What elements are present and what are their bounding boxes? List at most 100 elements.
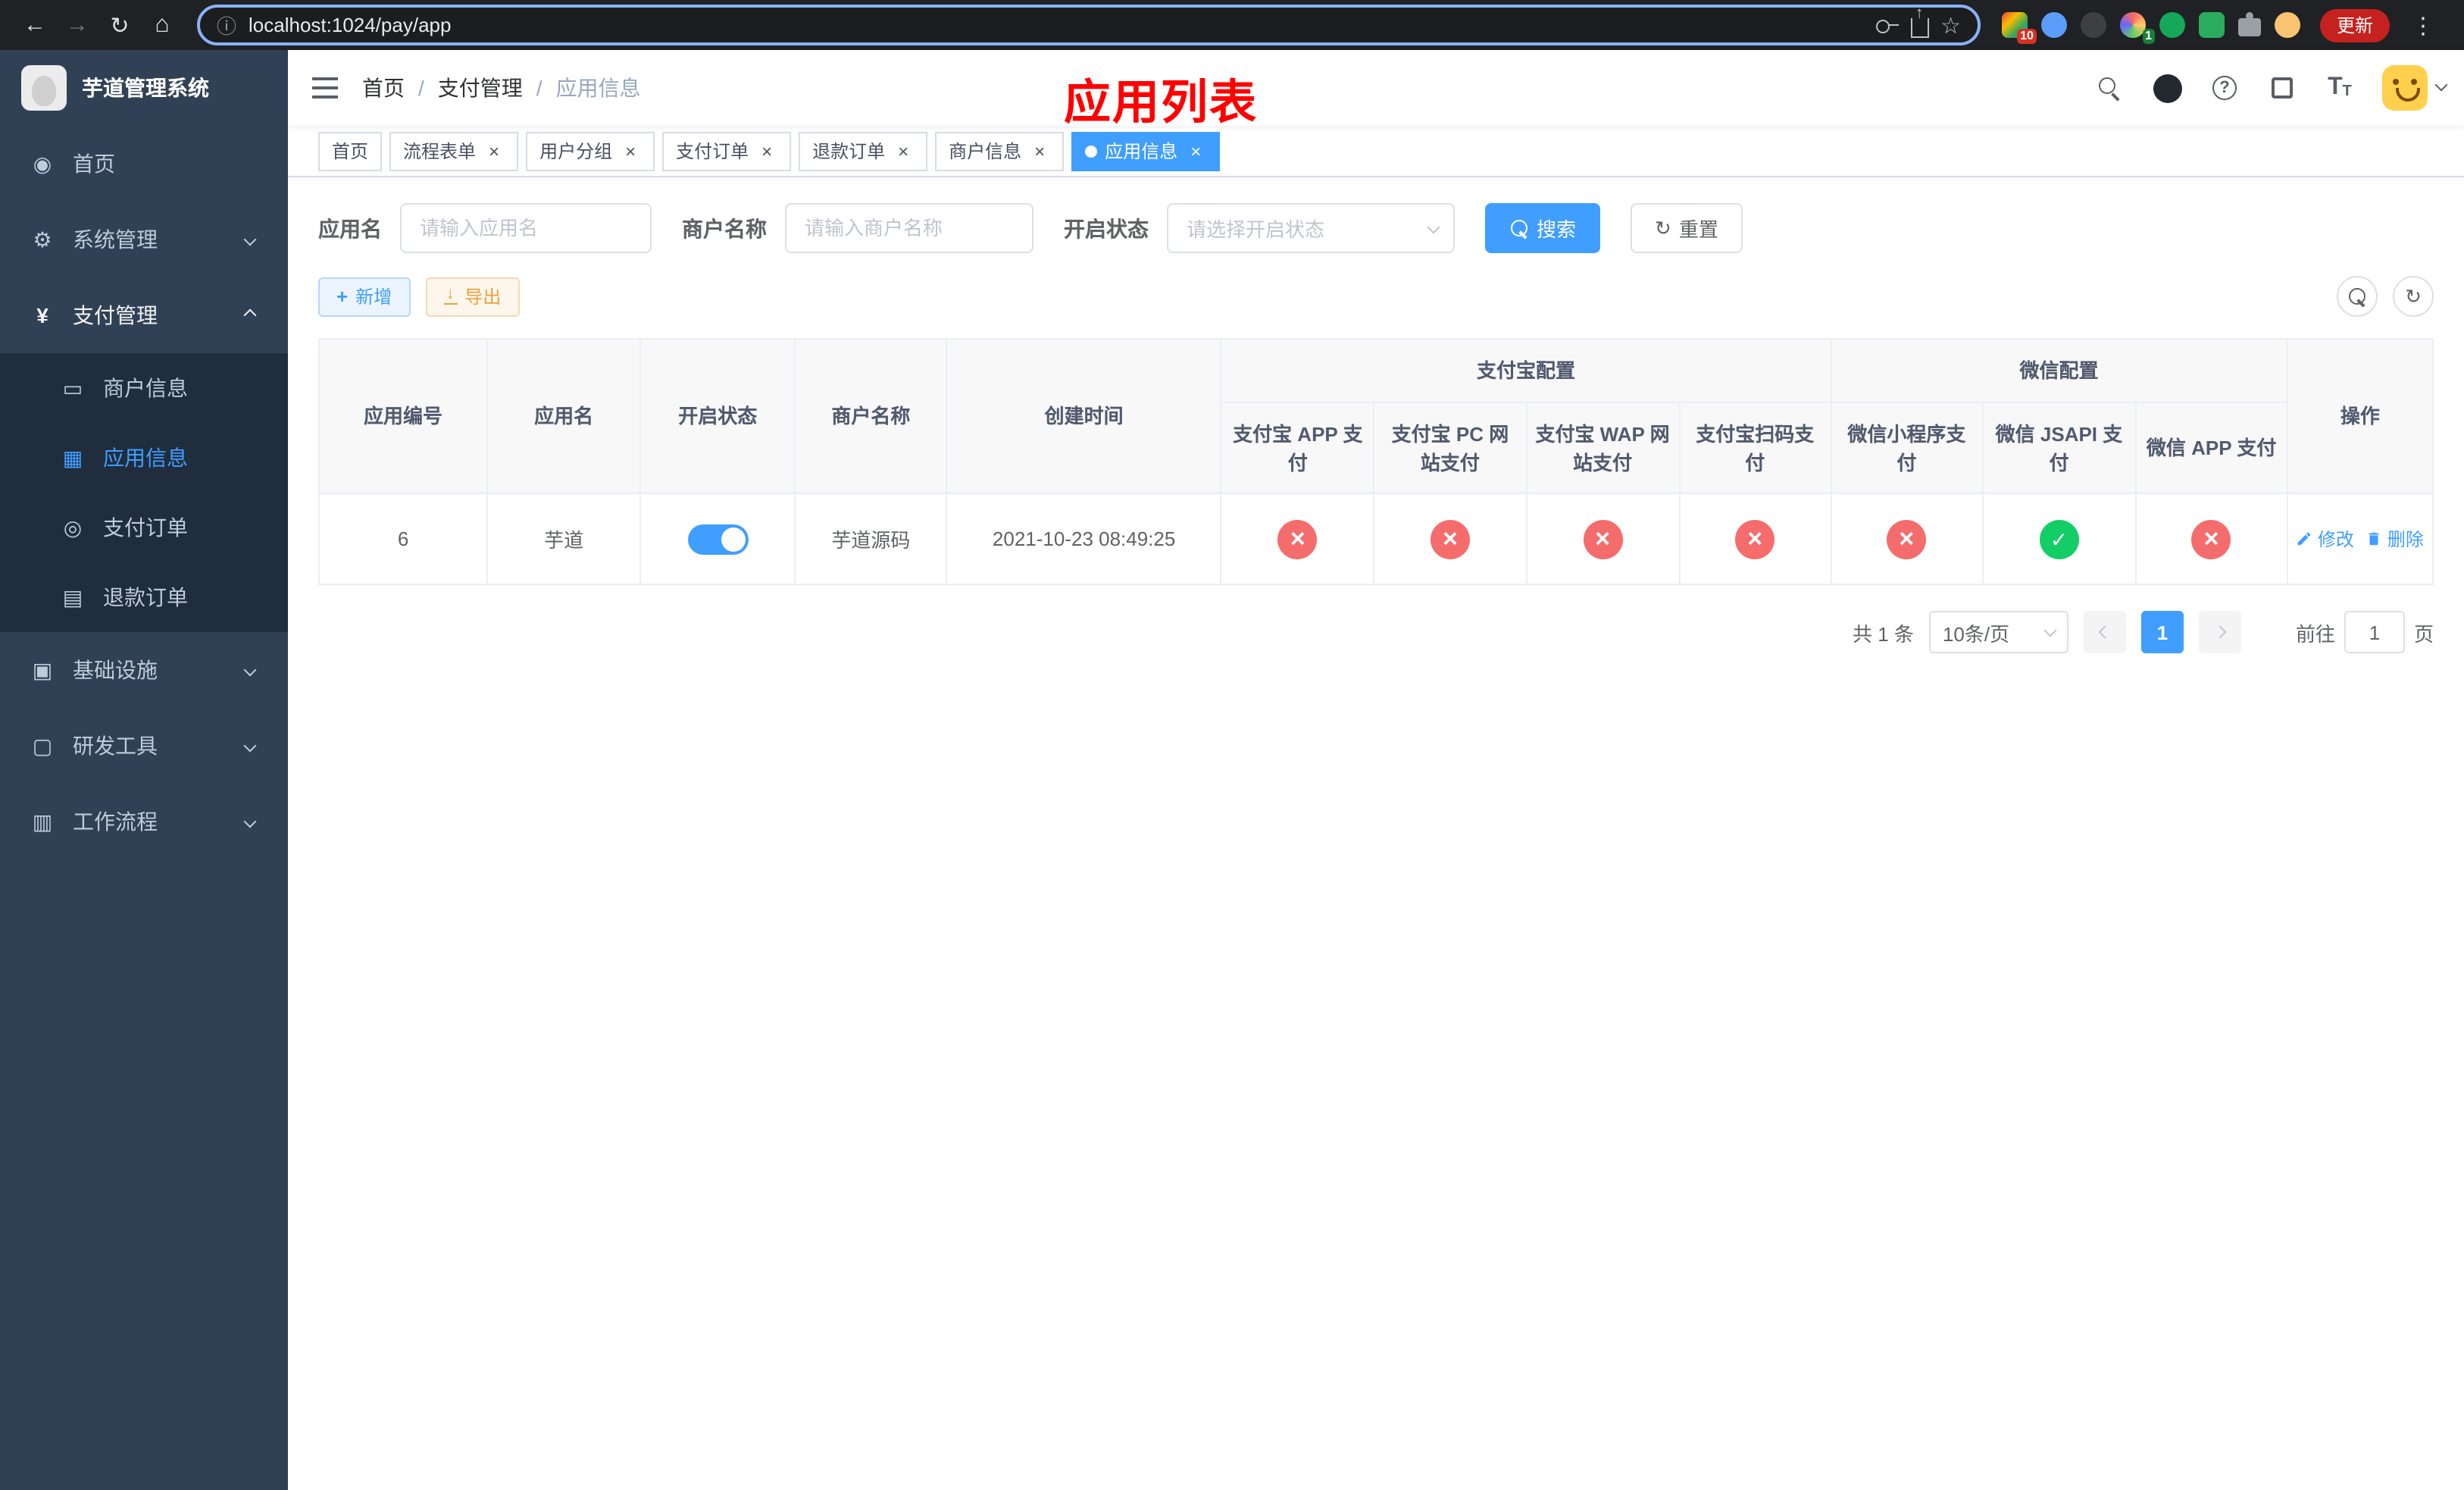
forward-icon[interactable] <box>58 5 97 45</box>
font-size-icon[interactable] <box>2312 50 2367 126</box>
col-wechat-jsapi-pay: 微信 JSAPI 支付 <box>1981 402 2137 494</box>
home-icon[interactable] <box>142 5 182 45</box>
share-icon[interactable] <box>1910 18 1929 38</box>
url-text[interactable]: localhost:1024/pay/app <box>249 14 1863 36</box>
cell-status <box>639 493 796 585</box>
tab-label: 首页 <box>332 141 369 162</box>
breadcrumb-home[interactable]: 首页 <box>362 73 405 103</box>
tab-close-icon[interactable] <box>756 140 777 161</box>
profile-avatar-icon[interactable] <box>2274 12 2300 38</box>
reset-button[interactable]: 重置 <box>1631 203 1743 253</box>
merchant-name-input[interactable] <box>785 203 1033 253</box>
enabled-toggle[interactable] <box>687 524 749 554</box>
extension-badge: 10 <box>2017 29 2037 44</box>
tab-close-icon[interactable] <box>893 140 914 161</box>
tab-merchant-info[interactable]: 商户信息 <box>935 131 1065 171</box>
extensions-puzzle-icon[interactable] <box>2237 12 2261 36</box>
tab-pay-orders[interactable]: 支付订单 <box>662 131 792 171</box>
tab-process-form[interactable]: 流程表单 <box>389 131 519 171</box>
navbar: 首页 支付管理 应用信息 应用列表 <box>288 50 2464 129</box>
app-logo[interactable]: 芋道管理系统 <box>0 50 288 126</box>
tab-close-icon[interactable] <box>620 140 641 161</box>
reload-icon[interactable] <box>100 5 139 45</box>
extensions-area: 10 1 更新 <box>1996 5 2449 45</box>
cell-config <box>1220 493 1375 585</box>
refresh-button[interactable] <box>2393 276 2434 317</box>
tab-close-icon[interactable] <box>483 140 505 161</box>
extension-icon-5[interactable] <box>2159 12 2185 38</box>
sidebar-item-app-info[interactable]: 应用信息 <box>0 423 288 493</box>
tab-close-icon[interactable] <box>1185 140 1206 161</box>
page-size-value: 10条/页 <box>1942 622 2010 645</box>
trash-icon <box>2369 532 2380 546</box>
github-icon[interactable] <box>2140 50 2194 126</box>
sidebar-toggle-button[interactable] <box>288 50 362 126</box>
sidebar-item-label: 支付订单 <box>103 515 188 540</box>
prev-page-button[interactable] <box>2083 611 2126 653</box>
extension-icon-6[interactable] <box>2198 12 2225 38</box>
toggle-search-button[interactable] <box>2337 276 2378 317</box>
browser-menu-icon[interactable] <box>2403 5 2443 45</box>
config-status-icon <box>1277 519 1318 559</box>
help-icon[interactable] <box>2197 50 2252 126</box>
status-select[interactable]: 请选择开启状态 <box>1167 203 1455 253</box>
tab-label: 应用信息 <box>1105 141 1178 162</box>
sidebar-item-workflow[interactable]: 工作流程 <box>0 784 288 859</box>
total-count: 共 1 条 <box>1853 622 1914 645</box>
extension-icon-3[interactable] <box>2080 12 2106 38</box>
tools-icon <box>30 733 55 759</box>
extension-icon-1[interactable]: 10 <box>2001 12 2037 44</box>
sidebar-item-pay-orders[interactable]: 支付订单 <box>0 493 288 562</box>
extension-icon-2[interactable] <box>2040 12 2067 38</box>
sidebar-item-dev-tools[interactable]: 研发工具 <box>0 708 288 784</box>
add-button[interactable]: 新增 <box>318 277 411 316</box>
config-status-icon <box>1735 519 1775 559</box>
app-name-input[interactable] <box>400 203 652 253</box>
chevron-down-icon <box>243 233 257 246</box>
fullscreen-icon[interactable] <box>2255 50 2309 126</box>
browser-update-button[interactable]: 更新 <box>2319 8 2390 42</box>
sidebar-item-payment[interactable]: 支付管理 <box>0 277 288 353</box>
extension-icon-4[interactable]: 1 <box>2119 12 2155 44</box>
edit-button[interactable]: 修改 <box>2297 526 2354 552</box>
url-bar[interactable]: localhost:1024/pay/app <box>197 5 1981 45</box>
tab-app-info[interactable]: 应用信息 <box>1071 131 1221 171</box>
next-page-button[interactable] <box>2198 611 2241 653</box>
chevron-down-icon <box>243 739 257 753</box>
order-icon <box>61 515 85 540</box>
password-key-icon[interactable] <box>1875 14 1899 36</box>
config-status-icon <box>1583 519 1623 559</box>
tab-home[interactable]: 首页 <box>318 131 383 171</box>
tab-user-group[interactable]: 用户分组 <box>526 131 655 171</box>
refund-icon <box>61 584 85 610</box>
sidebar-item-system[interactable]: 系统管理 <box>0 202 288 277</box>
export-button[interactable]: 导出 <box>425 277 520 316</box>
tab-label: 流程表单 <box>403 141 477 162</box>
sidebar-item-refund-orders[interactable]: 退款订单 <box>0 562 288 632</box>
user-menu[interactable] <box>2382 65 2448 111</box>
search-button[interactable]: 搜索 <box>1485 203 1601 253</box>
sidebar-item-home[interactable]: 首页 <box>0 126 288 202</box>
avatar <box>2382 65 2428 111</box>
infrastructure-icon <box>30 657 55 683</box>
delete-button[interactable]: 删除 <box>2366 526 2424 552</box>
bookmark-star-icon[interactable] <box>1940 11 1961 39</box>
app-table: 应用编号 应用名 开启状态 商户名称 创建时间 支付宝配置 微信配置 操作 支付… <box>317 338 2434 585</box>
sidebar-item-merchant-info[interactable]: 商户信息 <box>0 353 288 423</box>
sidebar-item-infrastructure[interactable]: 基础设施 <box>0 632 288 708</box>
tab-refund-orders[interactable]: 退款订单 <box>799 131 928 171</box>
tab-label: 用户分组 <box>539 141 613 162</box>
sidebar-item-label: 系统管理 <box>73 227 158 252</box>
merchant-name-label: 商户名称 <box>682 216 767 240</box>
back-icon[interactable] <box>15 5 55 45</box>
search-icon[interactable] <box>2082 50 2137 126</box>
goto-page-input[interactable] <box>2344 611 2405 653</box>
page-size-select[interactable]: 10条/页 <box>1928 611 2068 653</box>
site-info-icon[interactable] <box>217 11 236 39</box>
col-app-name: 应用名 <box>486 338 642 494</box>
col-app-id: 应用编号 <box>317 338 489 494</box>
config-status-icon <box>1430 519 1470 559</box>
page-number-button[interactable]: 1 <box>2140 611 2184 653</box>
breadcrumb-payment[interactable]: 支付管理 <box>438 73 523 103</box>
tab-close-icon[interactable] <box>1029 140 1050 161</box>
